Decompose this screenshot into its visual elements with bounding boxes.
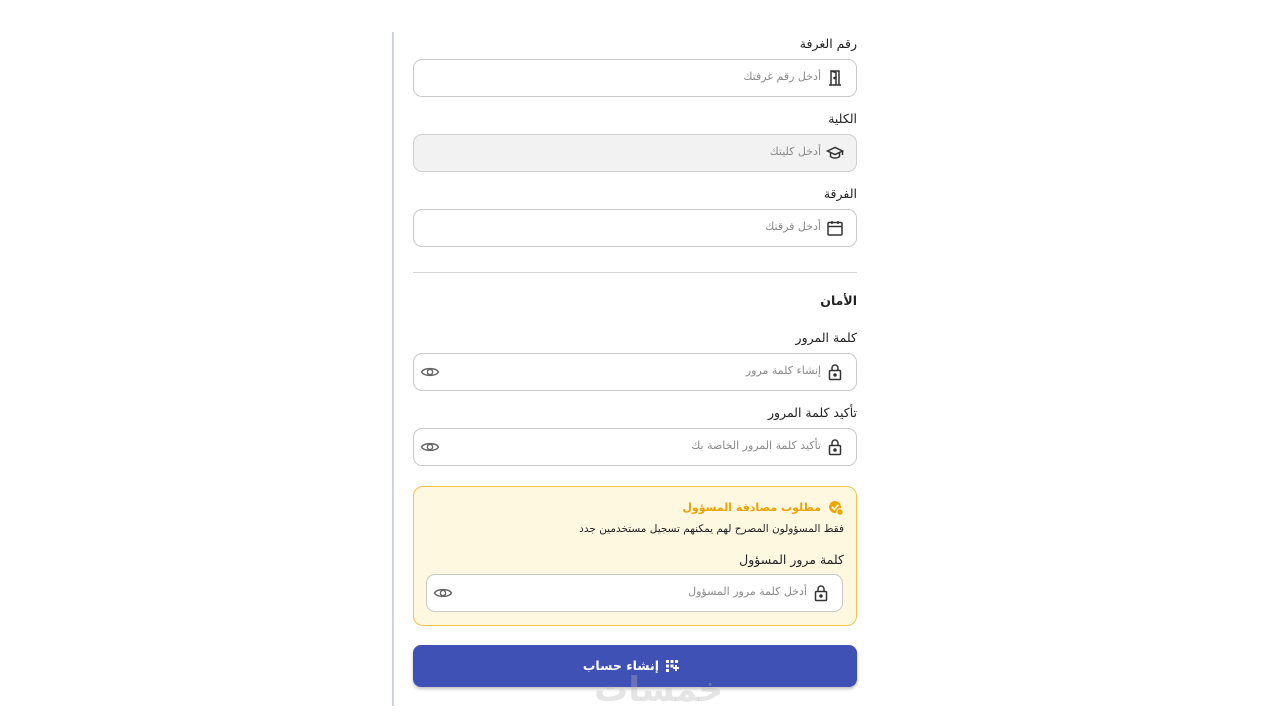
- calendar-icon: [827, 221, 843, 236]
- lock-icon: [814, 585, 828, 602]
- confirm-password-field[interactable]: تأكيد كلمة المرور الخاصة بك: [413, 428, 857, 466]
- lock-icon: [828, 364, 842, 381]
- watermark: خمسات: [594, 670, 723, 710]
- confirm-password-label: تأكيد كلمة المرور: [767, 405, 857, 420]
- room-placeholder: أدخل رقم غرفتك: [743, 70, 821, 83]
- year-field[interactable]: أدخل فرقتك: [413, 209, 857, 247]
- password-placeholder: إنشاء كلمة مرور: [745, 364, 821, 377]
- password-field[interactable]: إنشاء كلمة مرور: [413, 353, 857, 391]
- year-label: الفرقة: [823, 186, 857, 201]
- left-border-rule: [392, 32, 394, 706]
- eye-icon[interactable]: [420, 363, 440, 381]
- admin-password-field[interactable]: أدخل كلمة مرور المسؤول: [426, 574, 843, 612]
- password-label: كلمة المرور: [795, 330, 857, 345]
- door-icon: [829, 70, 841, 86]
- lock-icon: [828, 439, 842, 456]
- confirm-password-placeholder: تأكيد كلمة المرور الخاصة بك: [691, 439, 821, 452]
- section-divider: [413, 272, 857, 273]
- admin-password-placeholder: أدخل كلمة مرور المسؤول: [688, 585, 807, 598]
- admin-auth-description: فقط المسؤولون المصرح لهم يمكنهم تسجيل مس…: [579, 523, 844, 535]
- faculty-label: الكلية: [828, 111, 857, 126]
- admin-auth-title: مطلوب مصادقة المسؤول: [682, 501, 821, 514]
- faculty-field[interactable]: أدخل كليتك: [413, 134, 857, 172]
- room-field[interactable]: أدخل رقم غرفتك: [413, 59, 857, 97]
- graduation-cap-icon: [826, 146, 844, 159]
- room-label: رقم الغرفة: [799, 36, 857, 51]
- admin-auth-box: مطلوب مصادقة المسؤول فقط المسؤولون المصر…: [413, 486, 857, 626]
- faculty-placeholder: أدخل كليتك: [769, 145, 821, 158]
- admin-shield-icon: [829, 501, 844, 516]
- admin-password-label: كلمة مرور المسؤول: [739, 552, 844, 567]
- eye-icon[interactable]: [433, 584, 453, 602]
- year-placeholder: أدخل فرقتك: [765, 220, 821, 233]
- eye-icon[interactable]: [420, 438, 440, 456]
- security-section-title: الأمان: [820, 293, 857, 308]
